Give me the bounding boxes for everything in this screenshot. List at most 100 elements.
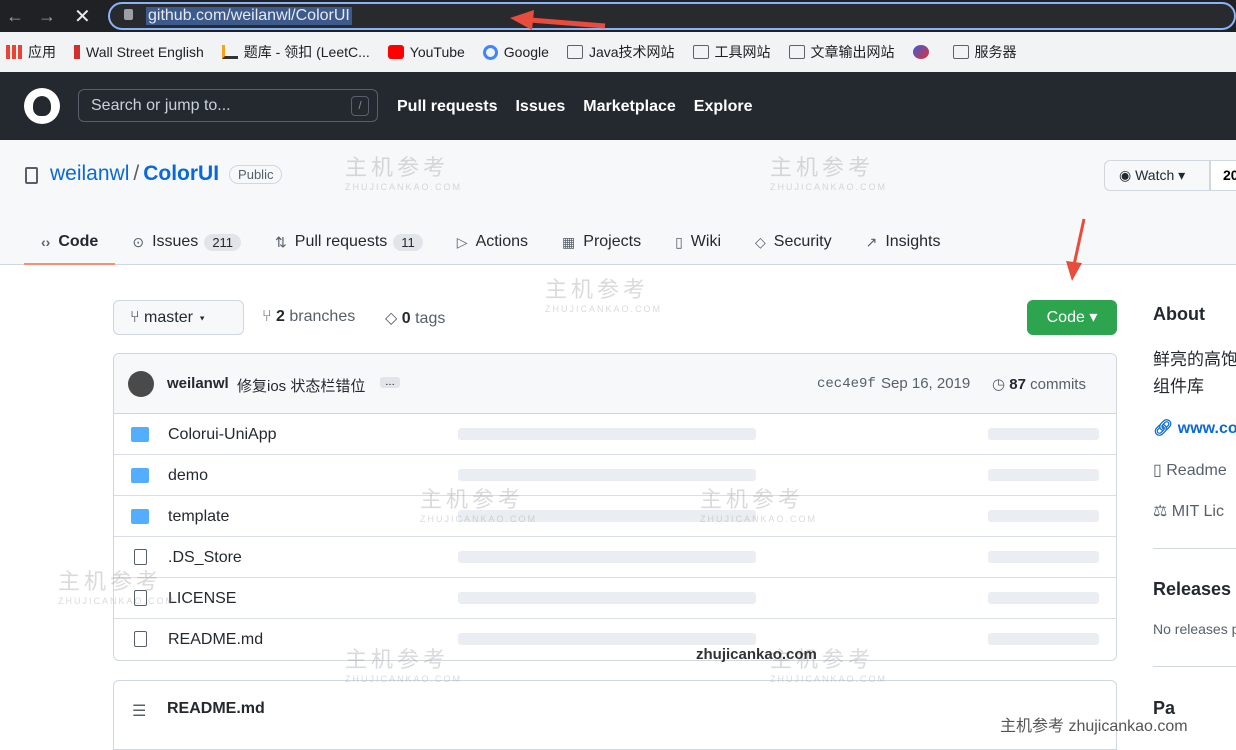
search-input[interactable]: Search or jump to... / xyxy=(78,89,378,122)
watch-button[interactable]: ◉ Watch ▾ xyxy=(1104,160,1210,191)
watermark: 主机参考 ZHUJICANKAO.COM xyxy=(58,569,176,606)
file-icon xyxy=(134,549,147,565)
loading-placeholder xyxy=(458,428,756,440)
bookmark-logo-icon xyxy=(912,45,929,59)
tab-label: Projects xyxy=(583,233,642,250)
bookmark-7[interactable]: 文章输出网站 xyxy=(788,42,895,62)
nav-issues[interactable]: Issues xyxy=(515,98,565,116)
repo-title: weilanwl / ColorUI Public xyxy=(50,162,283,186)
back-icon[interactable]: ← xyxy=(4,5,26,27)
loading-placeholder xyxy=(458,633,756,645)
search-placeholder: Search or jump to... xyxy=(91,97,231,114)
website-link[interactable]: 🔗︎ www.co xyxy=(1153,418,1236,438)
bookmark-label: 应用 xyxy=(28,44,56,60)
tab-icon: ↗ xyxy=(865,233,878,250)
watermark-center-text: zhujicankao.com xyxy=(696,646,817,663)
file-name-link[interactable]: demo xyxy=(168,467,208,485)
tab-label: Security xyxy=(773,233,832,250)
loading-placeholder xyxy=(458,551,756,563)
about-title: About xyxy=(1153,304,1205,324)
link-icon: 🔗︎ xyxy=(1153,420,1178,437)
browser-toolbar: ← → ✕ github.com/weilanwl/ColorUI xyxy=(0,0,1236,32)
header-nav: Pull requests Issues Marketplace Explore xyxy=(397,98,752,116)
bookmark-label: Java技术网站 xyxy=(588,44,675,60)
releases-title[interactable]: Releases xyxy=(1153,579,1231,600)
bookmark-8[interactable] xyxy=(912,45,935,59)
annotation-arrow-code xyxy=(1066,218,1086,281)
watermark: 主机参考 ZHUJICANKAO.COM xyxy=(345,647,463,684)
forward-icon[interactable]: → xyxy=(36,5,58,27)
tags-link[interactable]: ◇ 0 tags xyxy=(385,308,445,328)
bookmark-6[interactable]: 工具网站 xyxy=(692,42,771,62)
bookmark-4[interactable]: Google xyxy=(482,44,549,60)
repo-owner-link[interactable]: weilanwl xyxy=(50,162,129,186)
stop-loading-icon[interactable]: ✕ xyxy=(74,4,91,29)
file-name-link[interactable]: LICENSE xyxy=(168,590,236,608)
folder-icon xyxy=(788,45,805,59)
bookmark-0[interactable]: 应用 xyxy=(6,42,56,62)
branches-count: 2 xyxy=(276,308,285,325)
watch-count[interactable]: 20 xyxy=(1210,160,1236,191)
watermark-footer: 主机参考 zhujicankao.com xyxy=(1000,718,1188,735)
tab-icon: ▦ xyxy=(562,233,576,250)
folder-icon xyxy=(692,45,709,59)
commit-expand-button[interactable]: … xyxy=(380,377,400,388)
tab-label: Pull requests xyxy=(294,233,388,250)
bookmark-1[interactable]: Wall Street English xyxy=(74,44,204,60)
table-row: README.md xyxy=(114,619,1116,660)
tab-actions[interactable]: ▷ Actions xyxy=(440,219,545,265)
latest-commit: weilanwl 修复ios 状态栏错位 … cec4e9f Sep 16, 2… xyxy=(114,354,1116,414)
github-logo-icon[interactable] xyxy=(24,88,60,124)
loading-placeholder xyxy=(988,428,1099,440)
commit-author[interactable]: weilanwl xyxy=(167,375,229,392)
bookmark-9[interactable]: 服务器 xyxy=(952,42,1017,62)
nav-explore[interactable]: Explore xyxy=(694,98,753,116)
readme-link[interactable]: ▯ Readme xyxy=(1153,460,1227,480)
file-name-link[interactable]: README.md xyxy=(168,631,263,649)
license-link-text: MIT Lic xyxy=(1171,503,1224,520)
nav-marketplace[interactable]: Marketplace xyxy=(583,98,676,116)
loading-placeholder xyxy=(458,469,756,481)
commit-date: Sep 16, 2019 xyxy=(881,375,971,392)
repo-separator: / xyxy=(133,162,140,185)
repo-tabs: ‹› Code ⊙ Issues 211 ⇅ Pull requests 11 ▷ Actions… xyxy=(24,219,957,265)
license-link[interactable]: ⚖ MIT Lic xyxy=(1153,501,1224,521)
file-name-link[interactable]: template xyxy=(168,508,229,526)
table-row: template xyxy=(114,496,1116,537)
bookmark-3[interactable]: YouTube xyxy=(387,44,465,60)
address-bar[interactable]: github.com/weilanwl/ColorUI xyxy=(108,2,1236,30)
url-text[interactable]: github.com/weilanwl/ColorUI xyxy=(146,7,352,25)
about-desc-line2: 组件库 xyxy=(1153,377,1204,396)
tags-count: 0 xyxy=(401,310,411,327)
branch-select-button[interactable]: ⑂ master ▾ xyxy=(113,300,244,335)
avatar[interactable] xyxy=(128,371,154,397)
tab-issues[interactable]: ⊙ Issues 211 xyxy=(115,219,258,265)
bookmark-5[interactable]: Java技术网站 xyxy=(566,42,675,62)
tab-security[interactable]: ◇ Security xyxy=(738,219,849,265)
tab-insights[interactable]: ↗ Insights xyxy=(849,219,958,265)
nav-pull-requests[interactable]: Pull requests xyxy=(397,98,497,116)
code-button[interactable]: Code ▾ xyxy=(1027,300,1117,335)
file-name-link[interactable]: .DS_Store xyxy=(168,549,242,567)
tab-pull-requests[interactable]: ⇅ Pull requests 11 xyxy=(258,219,440,265)
bookmark-label: 服务器 xyxy=(974,44,1017,60)
table-row: .DS_Store xyxy=(114,537,1116,578)
tab-counter: 211 xyxy=(204,233,242,251)
repo-name-link[interactable]: ColorUI xyxy=(143,162,219,186)
list-icon[interactable]: ☰ xyxy=(132,701,146,721)
branches-link[interactable]: ⑂ 2 branches xyxy=(262,308,355,326)
loading-placeholder xyxy=(988,510,1099,522)
commit-message[interactable]: 修复ios 状态栏错位 xyxy=(237,375,365,396)
commits-link[interactable]: ◷ 87 commits xyxy=(992,375,1086,393)
divider xyxy=(1153,666,1236,667)
tab-label: Actions xyxy=(475,233,529,250)
bookmarks-bar: 应用 Wall Street English 题库 - 领扣 (LeetC... Yo… xyxy=(0,32,1236,72)
tab-projects[interactable]: ▦ Projects xyxy=(545,219,658,265)
tab-code[interactable]: ‹› Code xyxy=(24,219,116,265)
leetcode-icon xyxy=(221,45,238,59)
tab-wiki[interactable]: ▯ Wiki xyxy=(658,219,738,265)
commit-sha[interactable]: cec4e9f xyxy=(817,376,876,392)
bookmark-2[interactable]: 题库 - 领扣 (LeetC... xyxy=(221,42,370,62)
table-row: LICENSE xyxy=(114,578,1116,619)
file-name-link[interactable]: Colorui-UniApp xyxy=(168,426,277,444)
